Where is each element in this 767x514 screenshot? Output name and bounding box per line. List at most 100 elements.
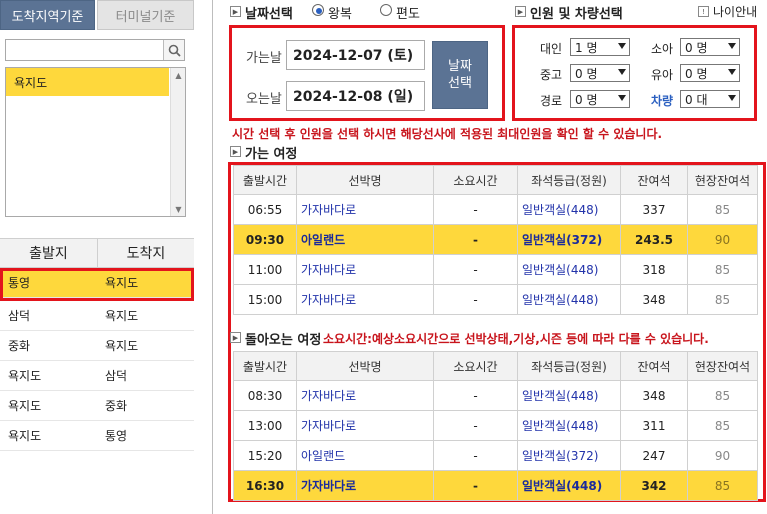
route-to: 욕지도 [105, 309, 139, 323]
cell-time: 08:30 [233, 380, 297, 411]
table-row[interactable]: 15:00 가자바다로 - 일반객실(448) 348 85 [233, 284, 758, 315]
route-row[interactable]: 삼덕 욕지도 [0, 301, 194, 331]
dropdown-arrow-icon [728, 43, 736, 49]
scroll-down-arrow-icon[interactable]: ▼ [171, 202, 186, 216]
cell-ship[interactable]: 아일랜드 [296, 224, 434, 255]
table-row[interactable]: 15:20 아일랜드 - 일반객실(372) 247 90 [233, 440, 758, 471]
round-trip-label[interactable]: 왕복 [328, 3, 352, 22]
route-to: 통영 [105, 429, 128, 443]
selected-route-frame [0, 268, 194, 301]
cell-grade[interactable]: 일반객실(448) [517, 410, 621, 441]
cell-onsite: 90 [687, 440, 758, 471]
cell-remaining: 318 [620, 254, 688, 285]
col-header: 현장잔여석 [687, 165, 758, 195]
route-from: 욕지도 [8, 429, 42, 443]
cell-ship[interactable]: 가자바다로 [296, 380, 434, 411]
col-header: 소요시간 [433, 351, 518, 381]
dropdown-arrow-icon [618, 43, 626, 49]
cell-grade[interactable]: 일반객실(448) [517, 284, 621, 315]
panel-divider [212, 0, 213, 514]
cell-ship[interactable]: 가자바다로 [296, 254, 434, 285]
table-row[interactable]: 11:00 가자바다로 - 일반객실(448) 318 85 [233, 254, 758, 285]
age-guide-link[interactable]: 나이안내 [713, 3, 757, 20]
cell-remaining: 311 [620, 410, 688, 441]
infant-count-select[interactable]: 0 명 [680, 64, 740, 82]
col-header: 좌석등급(정원) [517, 351, 621, 381]
cell-ship[interactable]: 가자바다로 [296, 284, 434, 315]
scroll-up-arrow-icon[interactable]: ▲ [171, 68, 186, 82]
cell-grade[interactable]: 일반객실(372) [517, 440, 621, 471]
one-way-radio[interactable] [380, 4, 392, 16]
table-row-selected[interactable]: 09:30 아일랜드 - 일반객실(372) 243.5 90 [233, 224, 758, 255]
col-header: 좌석등급(정원) [517, 165, 621, 195]
cell-time: 09:30 [233, 224, 297, 255]
route-row[interactable]: 중화 욕지도 [0, 331, 194, 361]
region-list-item-selected[interactable]: 욕지도 [6, 68, 169, 96]
cell-onsite: 85 [687, 470, 758, 501]
cell-time: 15:00 [233, 284, 297, 315]
adult-count-value: 1 명 [575, 40, 598, 55]
cell-grade[interactable]: 일반객실(372) [517, 224, 621, 255]
senior-count-select[interactable]: 0 명 [570, 90, 630, 108]
cell-ship[interactable]: 가자바다로 [296, 410, 434, 441]
depart-date-label: 가는날 [246, 51, 282, 66]
search-button[interactable] [163, 40, 184, 60]
col-header: 출발시간 [233, 165, 297, 195]
cell-remaining: 337 [620, 194, 688, 225]
route-header-divider [97, 238, 98, 268]
infant-label: 유아 [651, 68, 674, 82]
cell-grade[interactable]: 일반객실(448) [517, 194, 621, 225]
col-header: 선박명 [296, 165, 434, 195]
route-row[interactable]: 욕지도 중화 [0, 391, 194, 421]
col-header: 출발시간 [233, 351, 297, 381]
route-from: 중화 [8, 339, 31, 353]
tab-terminal[interactable]: 터미널기준 [97, 0, 194, 30]
date-select-button[interactable]: 날짜 선택 [432, 41, 488, 109]
region-search-input[interactable] [5, 39, 185, 61]
col-header: 선박명 [296, 351, 434, 381]
return-date-field[interactable]: 2024-12-08 (일) [286, 81, 425, 111]
cell-ship[interactable]: 아일랜드 [296, 440, 434, 471]
cell-grade[interactable]: 일반객실(448) [517, 254, 621, 285]
cell-onsite: 85 [687, 254, 758, 285]
search-icon [168, 44, 181, 57]
child-count-value: 0 명 [685, 40, 708, 55]
region-list-scrollbar[interactable]: ▲ ▼ [170, 68, 185, 216]
vehicle-count-select[interactable]: 0 대 [680, 90, 740, 108]
child-count-select[interactable]: 0 명 [680, 38, 740, 56]
round-trip-radio[interactable] [312, 4, 324, 16]
cell-duration: - [433, 254, 518, 285]
route-from: 삼덕 [8, 309, 31, 323]
table-row[interactable]: 06:55 가자바다로 - 일반객실(448) 337 85 [233, 194, 758, 225]
tab-arrival-region[interactable]: 도착지역기준 [0, 0, 95, 30]
cell-remaining: 342 [620, 470, 688, 501]
vehicle-count-value: 0 대 [685, 92, 708, 107]
one-way-label[interactable]: 편도 [396, 3, 420, 22]
depart-date-field[interactable]: 2024-12-07 (토) [286, 40, 425, 70]
cell-ship[interactable]: 가자바다로 [296, 470, 434, 501]
date-select-title: 날짜선택 [245, 7, 293, 22]
table-header-row: 출발시간 선박명 소요시간 좌석등급(정원) 잔여석 현장잔여석 [233, 351, 758, 381]
route-row[interactable]: 욕지도 삼덕 [0, 361, 194, 391]
table-row[interactable]: 13:00 가자바다로 - 일반객실(448) 311 85 [233, 410, 758, 441]
inbound-title: 돌아오는 여정 [245, 333, 322, 348]
cell-onsite: 85 [687, 380, 758, 411]
date-select-button-line1: 날짜 [448, 59, 472, 74]
cell-ship[interactable]: 가자바다로 [296, 194, 434, 225]
senior-count-value: 0 명 [575, 92, 598, 107]
col-header: 잔여석 [620, 351, 688, 381]
outbound-title: 가는 여정 [245, 147, 298, 162]
cell-onsite: 85 [687, 194, 758, 225]
dropdown-arrow-icon [728, 95, 736, 101]
table-row[interactable]: 08:30 가자바다로 - 일반객실(448) 348 85 [233, 380, 758, 411]
infant-count-value: 0 명 [685, 66, 708, 81]
cell-onsite: 85 [687, 410, 758, 441]
cell-grade[interactable]: 일반객실(448) [517, 470, 621, 501]
middle-count-select[interactable]: 0 명 [570, 64, 630, 82]
route-row[interactable]: 욕지도 통영 [0, 421, 194, 451]
info-icon[interactable]: ! [698, 6, 709, 17]
table-row-selected[interactable]: 16:30 가자바다로 - 일반객실(448) 342 85 [233, 470, 758, 501]
cell-grade[interactable]: 일반객실(448) [517, 380, 621, 411]
adult-count-select[interactable]: 1 명 [570, 38, 630, 56]
cell-remaining: 247 [620, 440, 688, 471]
